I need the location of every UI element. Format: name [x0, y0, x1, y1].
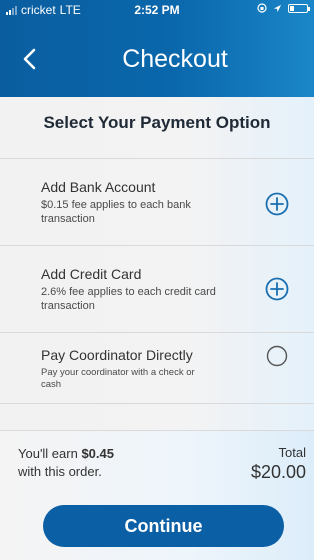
status-bar: cricket LTE 2:52 PM: [0, 0, 314, 20]
total-label: Total: [278, 445, 306, 460]
plus-circle-icon: [265, 277, 289, 301]
plus-circle-icon: [265, 192, 289, 216]
option-pay-coordinator[interactable]: Pay Coordinator Directly Pay your coordi…: [0, 332, 314, 404]
battery-icon: [288, 3, 310, 13]
total-value: $20.00: [250, 462, 306, 482]
option-title: Add Credit Card: [41, 266, 142, 282]
option-description: 2.6% fee applies to each credit card tra…: [41, 286, 216, 312]
location-arrow-icon: [273, 4, 282, 12]
option-add-credit-card[interactable]: Add Credit Card 2.6% fee applies to each…: [0, 245, 314, 332]
page-title: Checkout: [122, 45, 228, 73]
continue-button[interactable]: Continue: [43, 505, 284, 547]
add-credit-card-button[interactable]: [265, 277, 289, 306]
option-title: Add Bank Account: [41, 179, 156, 195]
earn-amount: $0.45: [81, 446, 114, 461]
option-add-bank-account[interactable]: Add Bank Account $0.15 fee applies to ea…: [0, 158, 314, 245]
pay-coordinator-radio[interactable]: [266, 345, 288, 372]
option-title: Pay Coordinator Directly: [41, 347, 193, 363]
earn-prefix: You'll earn: [18, 446, 82, 461]
option-description: Pay your coordinator with a check or cas…: [41, 367, 195, 390]
lock-rotation-icon: [257, 3, 267, 13]
earn-text: You'll earn $0.45 with this order.: [18, 445, 114, 481]
status-right: [257, 3, 310, 13]
add-bank-button[interactable]: [265, 192, 289, 221]
radio-unselected-icon: [266, 345, 288, 367]
battery-fill: [290, 5, 294, 11]
section-title: Select Your Payment Option: [43, 113, 271, 132]
option-description: $0.15 fee applies to each bank transacti…: [41, 199, 191, 225]
earn-suffix: with this order.: [18, 464, 102, 479]
